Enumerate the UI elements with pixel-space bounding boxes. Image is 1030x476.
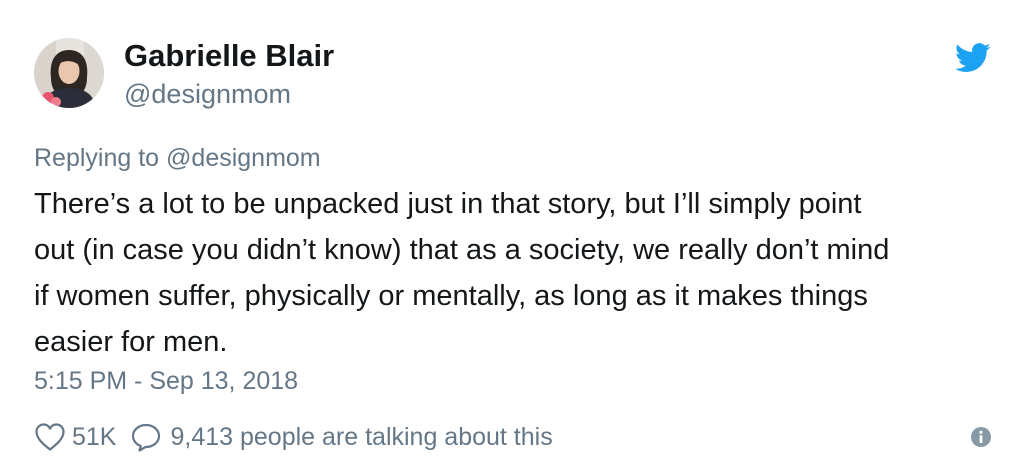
tweet-text-line: out (in case you didn’t know) that as a … (34, 234, 890, 266)
tweet-actions: 51K 9,413 people are talking about this (34, 421, 553, 453)
tweet-text-line: There’s a lot to be unpacked just in tha… (34, 188, 862, 220)
like-button[interactable]: 51K (34, 422, 130, 452)
tweet-text-line: if women suffer, physically or mentally,… (34, 280, 868, 312)
like-count: 51K (72, 422, 117, 451)
tweet-text: There’s a lot to be unpacked just in tha… (34, 181, 994, 365)
info-icon[interactable] (970, 426, 992, 448)
speech-bubble-icon (130, 422, 162, 452)
conversation-count-text: 9,413 people are talking about this (170, 422, 553, 451)
tweet-card: Gabrielle Blair @designmom Replying to @… (0, 0, 1030, 476)
replying-to-label: Replying to (34, 144, 160, 172)
heart-icon (34, 422, 66, 452)
tweet-timestamp-link[interactable]: 5:15 PM - Sep 13, 2018 (34, 365, 298, 397)
twitter-bird-icon[interactable] (955, 43, 991, 73)
author-avatar[interactable] (34, 38, 104, 108)
replying-to-handle-link[interactable]: @designmom (166, 144, 321, 172)
conversation-link[interactable]: 9,413 people are talking about this (130, 422, 553, 452)
author-display-name[interactable]: Gabrielle Blair (124, 38, 334, 74)
author-handle[interactable]: @designmom (124, 78, 291, 110)
replying-to: Replying to @designmom (34, 142, 321, 174)
tweet-text-line: easier for men. (34, 326, 228, 358)
